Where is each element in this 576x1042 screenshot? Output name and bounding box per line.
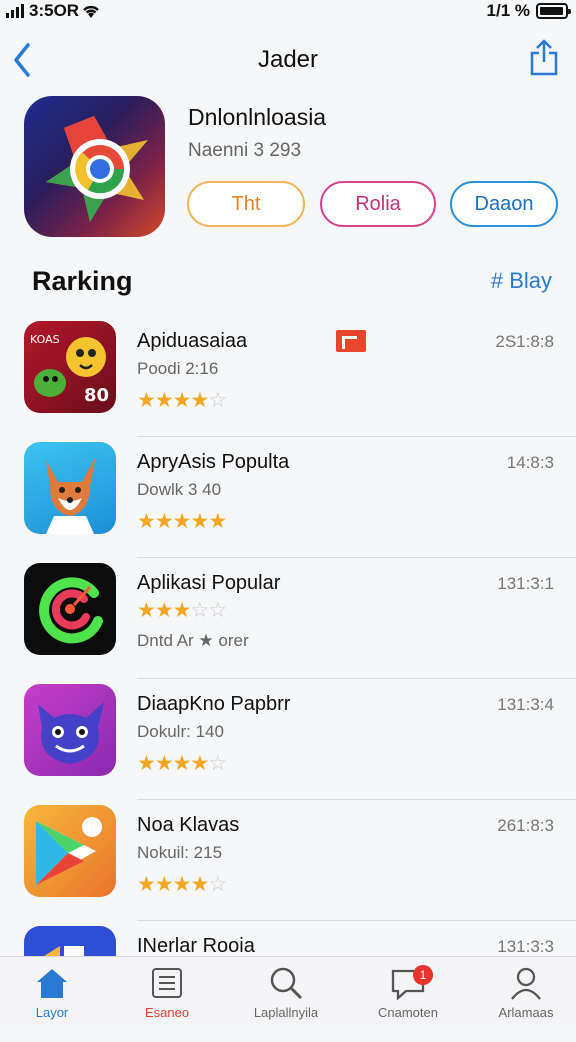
app-icon-fox xyxy=(24,442,116,534)
star-filled-icon: ★ xyxy=(137,752,156,775)
star-filled-icon: ★ xyxy=(154,510,174,533)
star-rating: ★★★★☆ xyxy=(137,389,227,412)
page-title: Jader xyxy=(257,46,319,73)
star-filled-icon: ★ xyxy=(137,873,156,896)
star-empty-icon: ☆ xyxy=(208,873,227,896)
ranking-section-header: Rarking # Blay xyxy=(32,262,552,302)
star-empty-icon: ☆ xyxy=(208,752,227,775)
app-name: Apiduasaiaa xyxy=(137,330,248,352)
app-score: 2S1:8:8 xyxy=(495,332,554,351)
star-filled-icon: ★ xyxy=(154,873,174,896)
app-name: Aplikasi Popular xyxy=(137,572,281,594)
app-subtitle: Nokuil: 215 xyxy=(137,843,223,862)
navigation-bar: Jader xyxy=(0,38,576,82)
star-filled-icon: ★ xyxy=(154,389,174,412)
star-filled-icon: ★ xyxy=(172,389,192,412)
star-filled-icon: ★ xyxy=(154,599,174,622)
status-time: 3:5OR xyxy=(29,1,80,20)
star-filled-icon: ★ xyxy=(190,389,209,412)
app-icon-play xyxy=(24,805,116,897)
tab-bar: Layor Esaneo Laplallnyila 1 Cnamoten Arl… xyxy=(0,956,576,1024)
tab-label: Esaneo xyxy=(144,1005,190,1020)
tab-label: Laplallnyila xyxy=(253,1005,319,1020)
featured-app-icon[interactable] xyxy=(24,96,165,237)
tab-label: Cnamoten xyxy=(378,1005,438,1020)
tab-label: Layor xyxy=(35,1005,69,1020)
star-filled-icon: ★ xyxy=(172,873,192,896)
app-score: 14:8:3 xyxy=(506,453,554,472)
featured-app-subtitle: Naenni 3 293 xyxy=(188,140,302,161)
featured-app: Dnlonlnloasia Naenni 3 293 Tht Rolia Daa… xyxy=(24,96,558,237)
pill-button-3[interactable]: Daaon xyxy=(450,181,558,227)
star-rating: ★★★★☆ xyxy=(137,873,227,896)
pill-button-2[interactable]: Rolia xyxy=(320,181,436,227)
app-name: DiaapKno Papbrr xyxy=(137,693,291,715)
star-filled-icon: ★ xyxy=(154,752,174,775)
svg-text:80: 80 xyxy=(84,385,109,406)
status-bar: 3:5OR 1/1 % xyxy=(0,0,576,24)
star-empty-icon: ☆ xyxy=(208,599,227,622)
tab-list[interactable]: Esaneo xyxy=(117,965,217,1021)
app-score: 131:3:1 xyxy=(497,574,554,593)
app-score: 131:3:3 xyxy=(497,937,554,956)
list-item[interactable]: Noa Klavas Nokuil: 215 ★★★★☆ 261:8:3 xyxy=(0,800,576,921)
tab-label: Arlamaas xyxy=(498,1005,554,1020)
app-subtitle: Dntd Ar ★ orer xyxy=(137,631,249,650)
list-item[interactable]: Aplikasi Popular ★★★☆☆ Dntd Ar ★ orer 13… xyxy=(0,558,576,679)
app-subtitle: Dowlk 3 40 xyxy=(137,480,222,499)
app-name: ApryAsis Populta xyxy=(137,451,290,473)
list-item[interactable]: DiaapKno Papbrr Dokulr: 140 ★★★★☆ 131:3:… xyxy=(0,679,576,800)
featured-app-name: Dnlonlnloasia xyxy=(188,104,327,130)
svg-text:KOAS: KOAS xyxy=(30,333,60,346)
tab-messages[interactable]: 1 Cnamoten xyxy=(358,965,458,1021)
search-icon xyxy=(270,967,303,1000)
app-icon-ring xyxy=(24,563,116,655)
star-filled-icon: ★ xyxy=(190,510,209,533)
list-item[interactable]: 80 KOAS Apiduasaiaa Poodi 2:16 ★★★★☆ 2S1:… xyxy=(0,316,576,437)
star-filled-icon: ★ xyxy=(137,510,156,533)
star-filled-icon: ★ xyxy=(190,752,209,775)
app-name: Noa Klavas xyxy=(137,814,240,836)
battery-percent: 1/1 % xyxy=(486,1,530,20)
star-empty-icon: ☆ xyxy=(208,389,227,412)
see-all-link[interactable]: # Blay xyxy=(491,268,552,294)
star-filled-icon: ★ xyxy=(137,599,156,622)
tab-search[interactable]: Laplallnyila xyxy=(236,965,336,1021)
star-filled-icon: ★ xyxy=(137,389,156,412)
star-rating: ★★★☆☆ xyxy=(137,599,227,622)
app-subtitle: Poodi 2:16 xyxy=(137,359,219,378)
share-icon[interactable] xyxy=(528,38,560,78)
notification-badge: 1 xyxy=(413,965,433,985)
pill-button-1[interactable]: Tht xyxy=(187,181,305,227)
wifi-icon xyxy=(83,5,99,18)
star-empty-icon: ☆ xyxy=(190,599,209,622)
star-filled-icon: ★ xyxy=(208,510,227,533)
tab-profile[interactable]: Arlamaas xyxy=(476,965,576,1021)
home-icon xyxy=(37,969,67,998)
star-rating: ★★★★☆ xyxy=(137,752,227,775)
app-icon-cat xyxy=(24,684,116,776)
star-rating: ★★★★★ xyxy=(137,510,227,533)
star-filled-icon: ★ xyxy=(172,752,192,775)
signal-icon xyxy=(6,4,24,18)
list-icon xyxy=(152,968,182,998)
list-item[interactable]: ApryAsis Populta Dowlk 3 40 ★★★★★ 14:8:3 xyxy=(0,437,576,558)
new-badge-icon xyxy=(336,330,366,352)
star-filled-icon: ★ xyxy=(172,510,192,533)
star-filled-icon: ★ xyxy=(190,873,209,896)
tab-home[interactable]: Layor xyxy=(2,965,102,1021)
app-score: 131:3:4 xyxy=(497,695,554,714)
chrome-star-icon xyxy=(46,116,148,222)
battery-icon xyxy=(536,3,571,19)
profile-icon xyxy=(511,967,541,1000)
app-name: INerlar Rooia xyxy=(137,935,255,957)
app-score: 261:8:3 xyxy=(497,816,554,835)
star-filled-icon: ★ xyxy=(172,599,192,622)
section-heading: Rarking xyxy=(32,266,133,296)
app-icon-monster: 80 KOAS xyxy=(24,321,116,413)
app-subtitle: Dokulr: 140 xyxy=(137,722,224,741)
